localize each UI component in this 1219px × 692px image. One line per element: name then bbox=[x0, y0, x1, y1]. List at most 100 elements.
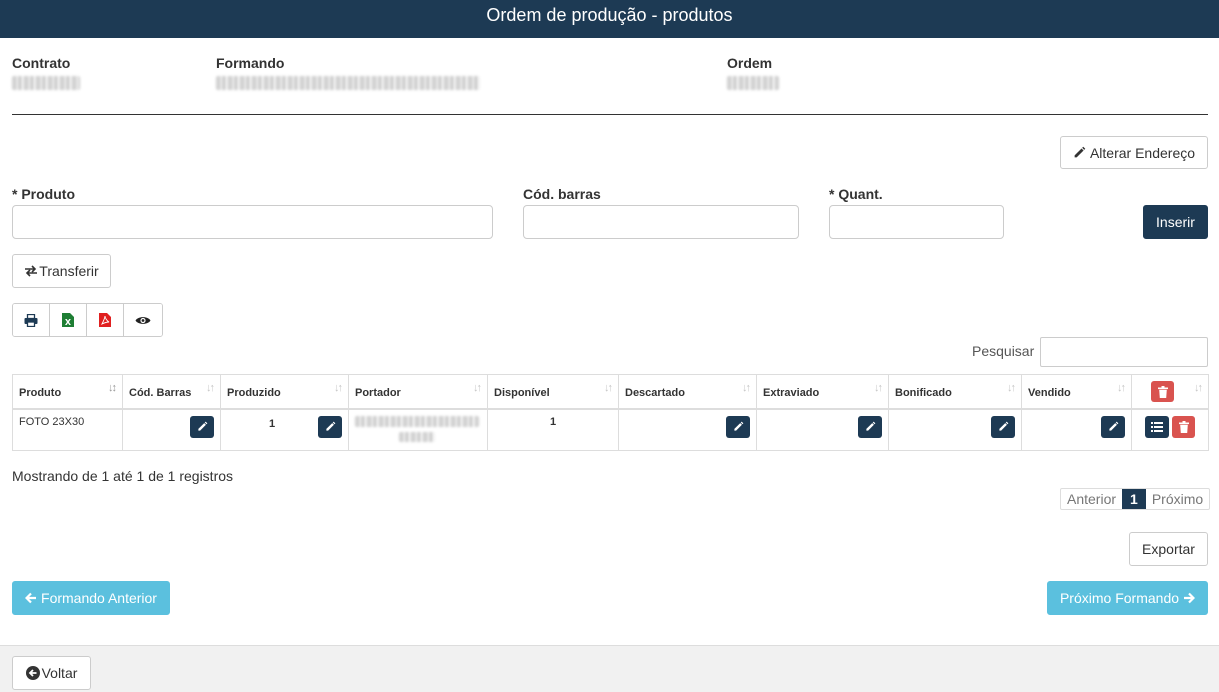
sort-icon: ↓↑ bbox=[604, 382, 613, 394]
column-header-descartado[interactable]: Descartado ↓↑ bbox=[618, 374, 757, 410]
formando-label: Formando bbox=[216, 55, 285, 71]
pencil-icon bbox=[325, 421, 336, 432]
excel-export-button[interactable]: X bbox=[50, 304, 87, 336]
ordem-label: Ordem bbox=[727, 55, 773, 71]
table-header-row: Produto ↓↕ Cód. Barras ↓↑ Produzido ↓↑ P… bbox=[12, 374, 1209, 410]
cell-portador bbox=[348, 408, 488, 451]
sort-icon: ↓↑ bbox=[1007, 382, 1016, 394]
sort-asc-icon: ↓↕ bbox=[108, 382, 117, 394]
edit-bonificado-button[interactable] bbox=[991, 415, 1015, 438]
table-summary: Mostrando de 1 até 1 de 1 registros bbox=[12, 468, 234, 484]
cod-barras-input[interactable] bbox=[523, 205, 799, 239]
pencil-icon bbox=[865, 421, 876, 432]
window-title: Ordem de produção - produtos bbox=[486, 5, 733, 25]
pencil-icon bbox=[998, 421, 1009, 432]
proximo-formando-label: Próximo Formando bbox=[1059, 590, 1180, 606]
trash-icon bbox=[1178, 420, 1189, 433]
svg-text:X: X bbox=[65, 318, 72, 327]
produto-label: * Produto bbox=[12, 186, 75, 202]
column-header-produto[interactable]: Produto ↓↕ bbox=[12, 374, 123, 410]
transfer-arrows-icon bbox=[24, 265, 38, 277]
column-header-portador[interactable]: Portador ↓↑ bbox=[348, 374, 488, 410]
quant-input[interactable] bbox=[829, 205, 1004, 239]
cell-descartado bbox=[618, 408, 757, 451]
produto-input[interactable] bbox=[12, 205, 493, 239]
edit-descartado-button[interactable] bbox=[726, 415, 750, 438]
window-title-bar: Ordem de produção - produtos bbox=[0, 0, 1219, 38]
cell-extraviado bbox=[756, 408, 889, 451]
column-header-vendido[interactable]: Vendido ↓↑ bbox=[1021, 374, 1132, 410]
column-visibility-button[interactable] bbox=[124, 304, 162, 336]
pagination: Anterior 1 Próximo bbox=[1060, 488, 1211, 510]
trash-icon bbox=[1157, 385, 1168, 398]
pagination-previous[interactable]: Anterior bbox=[1061, 489, 1122, 509]
contrato-value-redacted bbox=[12, 76, 80, 90]
edit-extraviado-button[interactable] bbox=[858, 415, 882, 438]
edit-vendido-button[interactable] bbox=[1101, 415, 1125, 438]
cell-vendido bbox=[1021, 408, 1132, 451]
table-row: FOTO 23X30 1 1 bbox=[12, 408, 1209, 451]
formando-anterior-label: Formando Anterior bbox=[41, 590, 157, 606]
pdf-export-button[interactable] bbox=[87, 304, 124, 336]
back-circle-icon bbox=[25, 666, 40, 680]
sort-icon: ↓↑ bbox=[1117, 382, 1126, 394]
portador-value-redacted bbox=[355, 415, 479, 427]
alterar-endereco-button[interactable]: Alterar Endereço bbox=[1060, 136, 1208, 169]
excel-icon: X bbox=[62, 313, 74, 327]
quant-label: * Quant. bbox=[829, 186, 883, 202]
column-header-cod-barras[interactable]: Cód. Barras ↓↑ bbox=[122, 374, 221, 410]
proximo-formando-button[interactable]: Próximo Formando bbox=[1047, 581, 1208, 615]
exportar-label: Exportar bbox=[1142, 541, 1195, 557]
pagination-next[interactable]: Próximo bbox=[1146, 489, 1209, 509]
formando-anterior-button[interactable]: Formando Anterior bbox=[12, 581, 170, 615]
search-label: Pesquisar bbox=[972, 343, 1035, 359]
cell-disponivel: 1 bbox=[487, 408, 619, 451]
column-header-actions: ↓↑ bbox=[1131, 374, 1209, 410]
sort-icon: ↓↑ bbox=[206, 382, 215, 394]
search-input[interactable] bbox=[1040, 337, 1208, 367]
portador-value-redacted-2 bbox=[399, 431, 435, 442]
voltar-label: Voltar bbox=[41, 665, 78, 681]
header-divider bbox=[12, 114, 1208, 115]
delete-all-button[interactable] bbox=[1151, 381, 1174, 402]
pdf-icon bbox=[99, 313, 111, 327]
exportar-button[interactable]: Exportar bbox=[1129, 532, 1208, 566]
cell-produzido: 1 bbox=[220, 408, 349, 451]
products-table: Produto ↓↕ Cód. Barras ↓↑ Produzido ↓↑ P… bbox=[12, 374, 1209, 451]
inserir-label: Inserir bbox=[1156, 214, 1195, 230]
ordem-value-redacted bbox=[727, 76, 779, 90]
cell-produto: FOTO 23X30 bbox=[12, 408, 123, 451]
column-header-produzido[interactable]: Produzido ↓↑ bbox=[220, 374, 349, 410]
details-button[interactable] bbox=[1145, 415, 1169, 438]
cod-barras-label: Cód. barras bbox=[523, 186, 601, 202]
print-button[interactable] bbox=[13, 304, 50, 336]
transferir-button[interactable]: Transferir bbox=[12, 254, 111, 288]
pencil-icon bbox=[1108, 421, 1119, 432]
alterar-endereco-label: Alterar Endereço bbox=[1089, 144, 1196, 161]
list-icon bbox=[1151, 421, 1163, 432]
sort-icon: ↓↑ bbox=[742, 382, 751, 394]
voltar-button[interactable]: Voltar bbox=[12, 656, 91, 690]
arrow-left-icon bbox=[25, 592, 37, 604]
sort-icon: ↓↑ bbox=[334, 382, 343, 394]
column-header-bonificado[interactable]: Bonificado ↓↑ bbox=[888, 374, 1022, 410]
pagination-current-page[interactable]: 1 bbox=[1122, 489, 1146, 509]
inserir-button[interactable]: Inserir bbox=[1143, 205, 1208, 239]
column-header-extraviado[interactable]: Extraviado ↓↑ bbox=[756, 374, 889, 410]
cell-bonificado bbox=[888, 408, 1022, 451]
sort-icon: ↓↑ bbox=[1194, 382, 1203, 394]
eye-icon bbox=[135, 315, 151, 326]
sort-icon: ↓↑ bbox=[874, 382, 883, 394]
sort-icon: ↓↑ bbox=[473, 382, 482, 394]
contrato-label: Contrato bbox=[12, 55, 71, 71]
column-header-disponivel[interactable]: Disponível ↓↑ bbox=[487, 374, 619, 410]
cell-cod-barras bbox=[122, 408, 221, 451]
edit-cod-barras-button[interactable] bbox=[190, 415, 214, 438]
pencil-icon bbox=[1073, 146, 1086, 159]
footer-bar bbox=[0, 645, 1219, 692]
edit-produzido-button[interactable] bbox=[318, 415, 342, 438]
delete-row-button[interactable] bbox=[1172, 415, 1195, 438]
pencil-icon bbox=[733, 421, 744, 432]
formando-value-redacted bbox=[216, 76, 480, 90]
cell-actions bbox=[1131, 408, 1209, 451]
